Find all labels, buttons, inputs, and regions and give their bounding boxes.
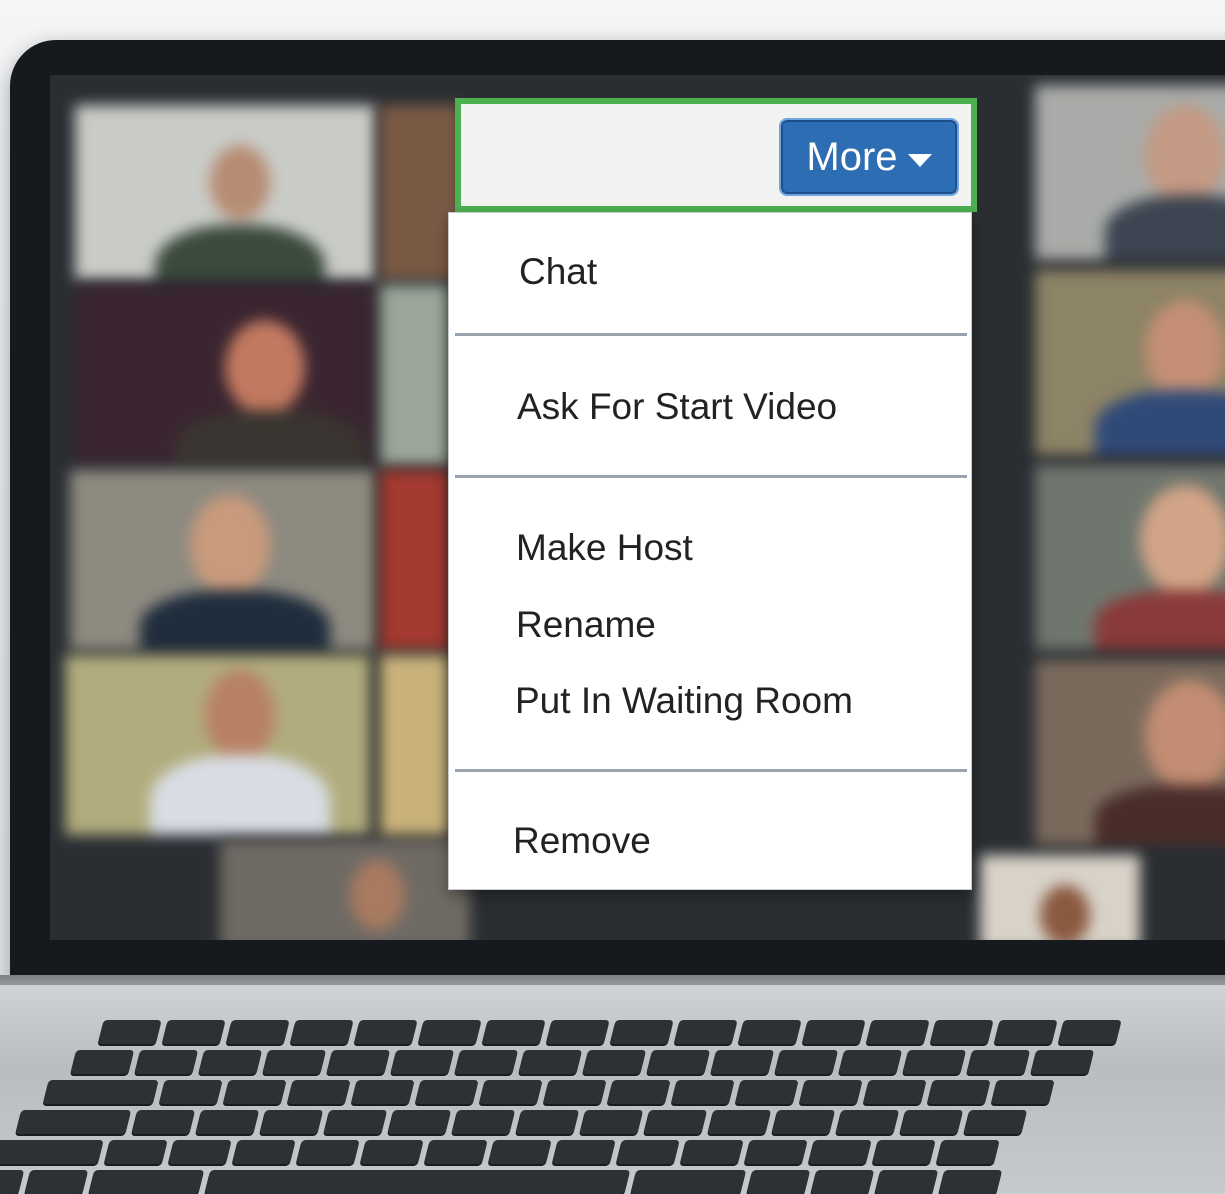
more-button-label: More (806, 134, 898, 179)
participant-video-tile (380, 470, 450, 650)
participant-video-tile (65, 655, 370, 835)
scene: More Chat Ask For Start Video Make Host … (0, 0, 1225, 1194)
caret-down-icon (907, 153, 932, 167)
more-button[interactable]: More (779, 118, 959, 196)
menu-divider (455, 475, 967, 478)
participant-video-tile (220, 840, 470, 940)
menu-item-make-host[interactable]: Make Host (516, 527, 693, 569)
participant-video-tile (1035, 465, 1225, 650)
participant-video-tile (75, 105, 375, 280)
menu-item-put-in-waiting-room[interactable]: Put In Waiting Room (515, 680, 853, 722)
participant-video-tile (1035, 660, 1225, 845)
participant-video-tile (380, 285, 450, 465)
participant-video-tile (1035, 85, 1225, 260)
menu-item-chat[interactable]: Chat (519, 251, 597, 293)
participant-toolbar-highlight: More (455, 98, 977, 212)
participant-video-tile (980, 855, 1140, 940)
participant-video-tile (1035, 270, 1225, 455)
more-dropdown-menu: Chat Ask For Start Video Make Host Renam… (448, 212, 972, 890)
participant-video-tile (380, 655, 450, 835)
participant-video-tile (75, 285, 375, 465)
menu-divider (455, 333, 967, 336)
menu-divider (455, 769, 967, 772)
laptop-keyboard (0, 1020, 1225, 1194)
menu-item-ask-for-start-video[interactable]: Ask For Start Video (517, 386, 837, 428)
menu-item-remove[interactable]: Remove (513, 820, 651, 862)
menu-item-rename[interactable]: Rename (516, 604, 656, 646)
participant-video-tile (70, 470, 375, 650)
